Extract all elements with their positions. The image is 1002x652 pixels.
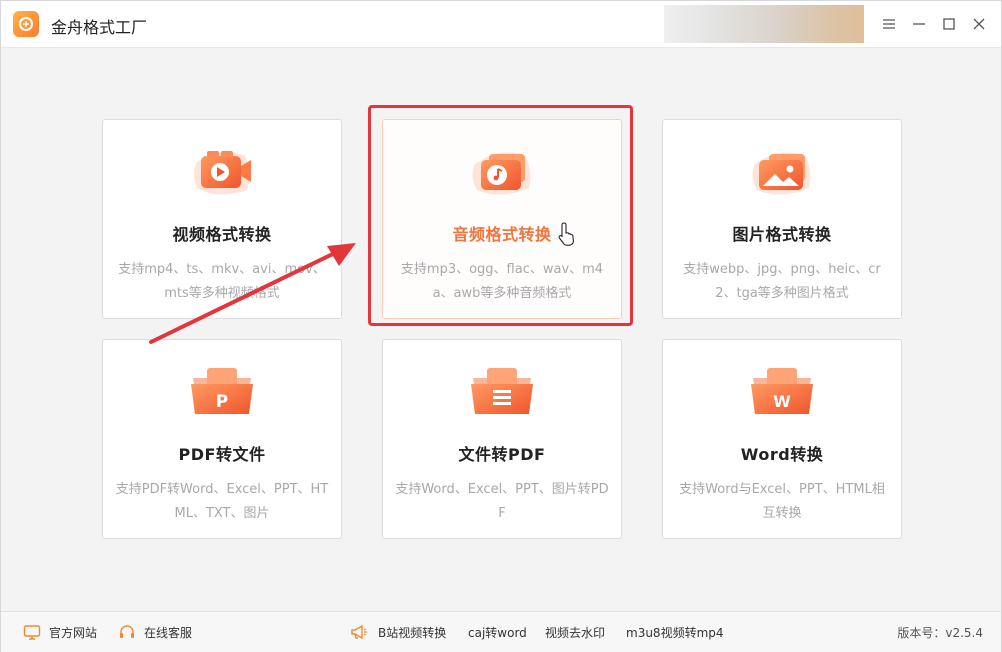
audio-format-icon xyxy=(467,142,537,202)
official-website-label: 官方网站 xyxy=(49,625,98,640)
card-title: 文件转PDF xyxy=(458,445,546,464)
promo-link-label: 视频去水印 xyxy=(545,625,606,640)
card-description: 支持PDF转Word、Excel、PPT、HTML、TXT、图片 xyxy=(115,482,329,521)
version-label: 版本号：v2.5.4 xyxy=(897,625,983,640)
app-logo-icon xyxy=(13,11,39,37)
card-word-convert[interactable]: W Word转换 支持Word与Excel、PPT、HTML相互转换 xyxy=(662,339,902,539)
account-banner[interactable] xyxy=(664,5,864,43)
official-website-link[interactable]: 官方网站 xyxy=(23,612,97,652)
headset-icon xyxy=(120,625,134,638)
card-description: 支持webp、jpg、png、heic、cr2、tga等多种图片格式 xyxy=(683,262,881,301)
video-format-icon xyxy=(187,142,257,202)
svg-text:P: P xyxy=(216,392,228,412)
card-title: 音频格式转换 xyxy=(452,225,552,244)
app-window: 金舟格式工厂 视频格式转换 支持mp4、ts、mkv、avi、mov、mts等多… xyxy=(0,0,1002,652)
status-bar: 官方网站 在线客服 B站视频转换 caj转word 视频去水印 m3u8视频转m… xyxy=(1,611,1001,652)
promo-link-watermark[interactable]: 视频去水印 xyxy=(545,612,605,652)
online-support-link[interactable]: 在线客服 xyxy=(118,612,192,652)
card-description: 支持Word、Excel、PPT、图片转PDF xyxy=(395,482,609,521)
promo-link-bilibili[interactable]: B站视频转换 xyxy=(348,612,446,652)
card-title: 视频格式转换 xyxy=(172,225,272,244)
card-title: PDF转文件 xyxy=(178,445,266,464)
card-file-to-pdf[interactable]: 文件转PDF 支持Word、Excel、PPT、图片转PDF xyxy=(382,339,622,539)
card-video-convert[interactable]: 视频格式转换 支持mp4、ts、mkv、avi、mov、mts等多种视频格式 xyxy=(102,119,342,319)
card-description: 支持Word与Excel、PPT、HTML相互转换 xyxy=(679,482,885,521)
card-description: 支持mp3、ogg、flac、wav、m4a、awb等多种音频格式 xyxy=(400,262,604,301)
card-pdf-to-file[interactable]: P PDF转文件 支持PDF转Word、Excel、PPT、HTML、TXT、图… xyxy=(102,339,342,539)
promo-link-label: B站视频转换 xyxy=(378,625,447,640)
image-format-icon xyxy=(747,142,817,202)
card-audio-convert[interactable]: 音频格式转换 支持mp3、ogg、flac、wav、m4a、awb等多种音频格式 xyxy=(382,119,622,319)
promo-link-label: caj转word xyxy=(468,625,527,640)
svg-text:W: W xyxy=(773,392,791,411)
card-description: 支持mp4、ts、mkv、avi、mov、mts等多种视频格式 xyxy=(118,262,326,301)
card-title: Word转换 xyxy=(740,445,824,464)
promo-link-caj[interactable]: caj转word xyxy=(468,612,527,652)
title-bar: 金舟格式工厂 xyxy=(1,1,1001,48)
document-icon xyxy=(467,362,537,422)
menu-icon[interactable] xyxy=(877,12,901,36)
close-icon[interactable] xyxy=(967,12,991,36)
card-image-convert[interactable]: 图片格式转换 支持webp、jpg、png、heic、cr2、tga等多种图片格… xyxy=(662,119,902,319)
card-title: 图片格式转换 xyxy=(732,225,832,244)
app-title: 金舟格式工厂 xyxy=(51,18,148,37)
monitor-icon xyxy=(23,625,41,640)
megaphone-icon xyxy=(351,624,367,640)
minimize-icon[interactable] xyxy=(907,12,931,36)
online-support-label: 在线客服 xyxy=(144,625,193,640)
promo-link-m3u8[interactable]: m3u8视频转mp4 xyxy=(626,612,724,652)
pdf-icon: P xyxy=(187,362,257,422)
maximize-icon[interactable] xyxy=(937,12,961,36)
promo-link-label: m3u8视频转mp4 xyxy=(626,625,724,640)
word-icon: W xyxy=(747,362,817,422)
